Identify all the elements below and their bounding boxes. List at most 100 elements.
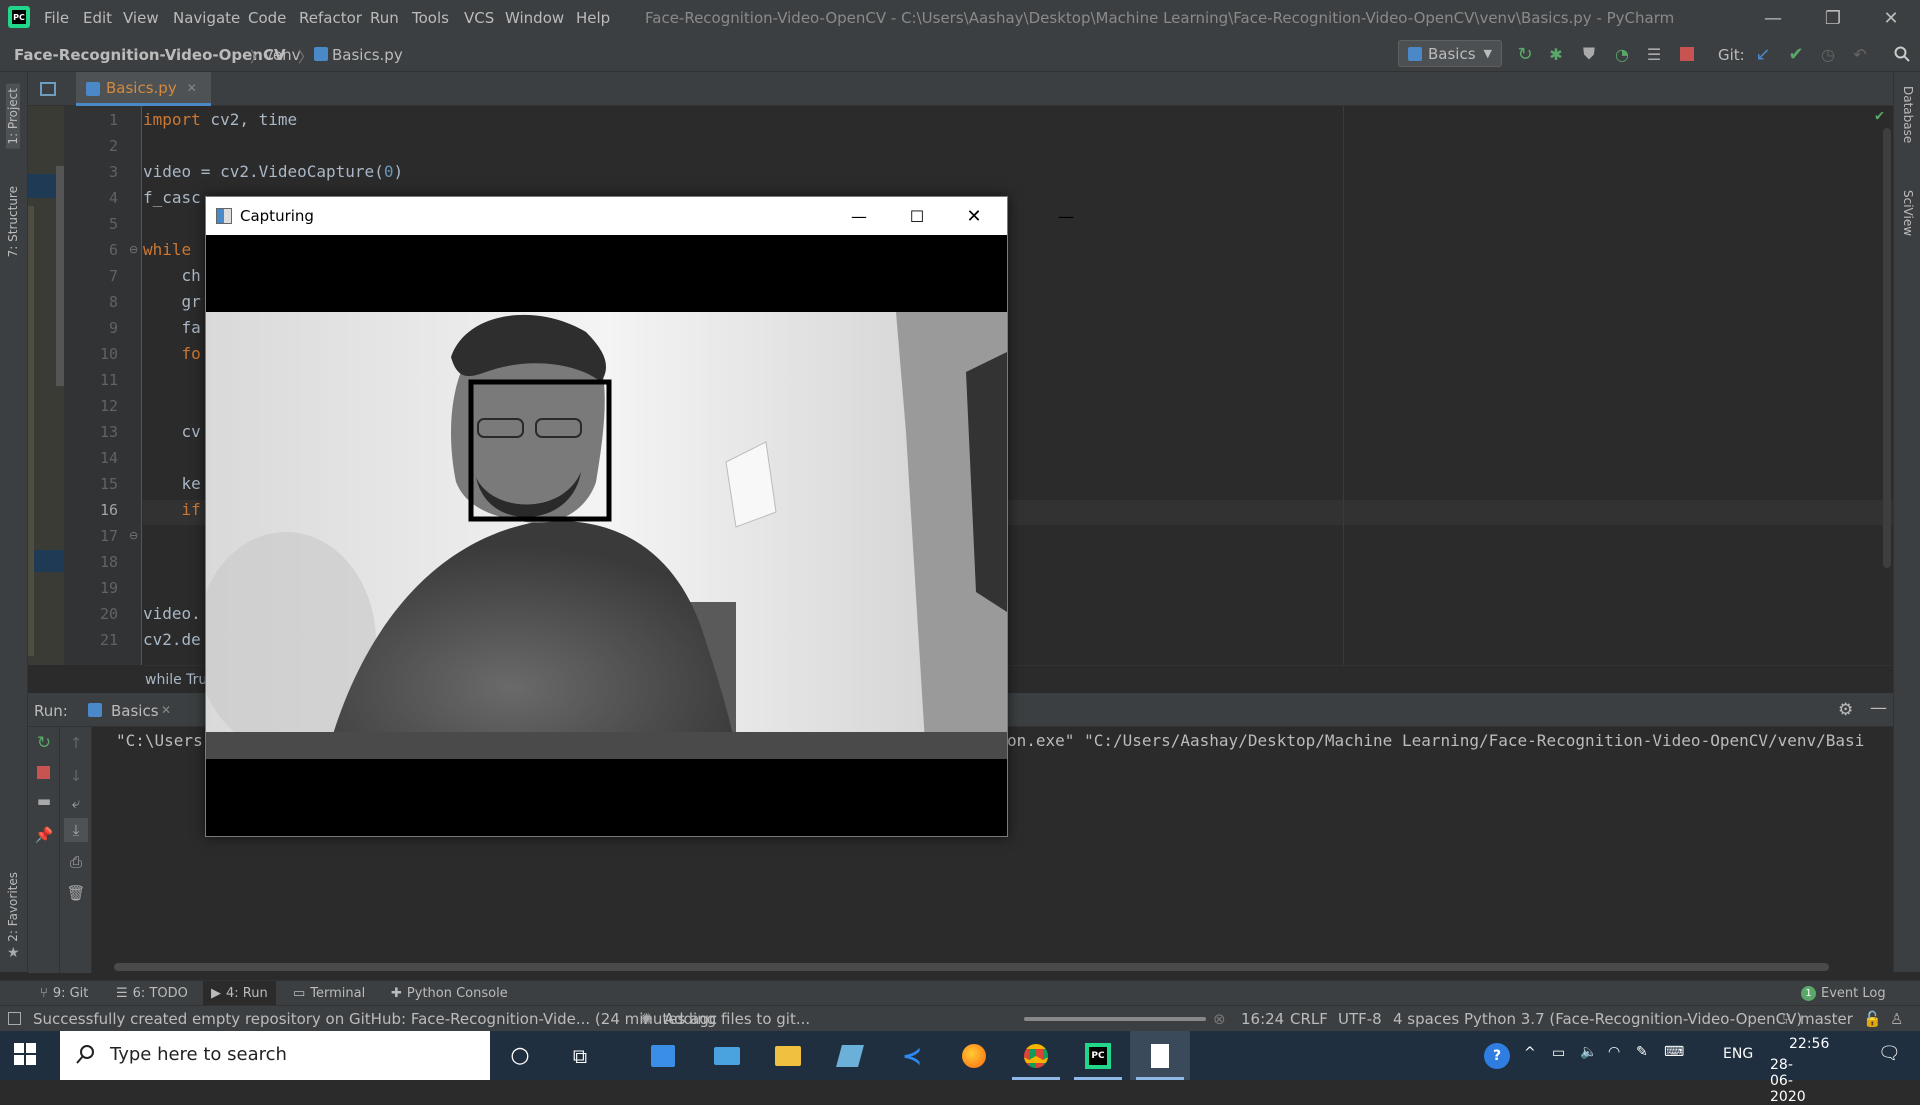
status-message[interactable]: Successfully created empty repository on… [33,1010,717,1028]
vscode-icon[interactable]: ≺ [882,1031,942,1080]
search-everywhere-icon[interactable] [1892,44,1912,64]
task-view-icon[interactable]: ⧉ [550,1031,610,1080]
database-tool-tab[interactable]: Database [1901,86,1915,143]
close-run-tab-icon[interactable]: ✕ [161,703,171,717]
menu-run[interactable]: Run [370,9,399,27]
menu-refactor[interactable]: Refactor [299,9,362,27]
tab-git[interactable]: ⑂ 9: Git [32,981,96,1006]
tab-todo[interactable]: ☰ 6: TODO [108,981,196,1006]
tab-terminal[interactable]: ▭ Terminal [285,981,373,1006]
close-tab-icon[interactable]: ✕ [187,81,197,95]
git-rollback-icon[interactable]: ↶ [1850,44,1870,64]
menu-help[interactable]: Help [576,9,610,27]
git-history-icon[interactable]: ◷ [1818,44,1838,64]
toggle-tool-windows-icon[interactable] [8,1012,21,1025]
build-icon[interactable]: ☰ [1644,44,1664,64]
capture-title-bar[interactable]: Capturing — [206,197,1074,235]
remote-desktop-icon[interactable] [697,1031,757,1080]
capture-minimize-button[interactable]: — [1043,197,1089,235]
store-icon[interactable] [633,1031,693,1080]
chevron-up-icon[interactable]: ^ [1524,1045,1536,1061]
menu-window[interactable]: Window [505,9,564,27]
windows-start-icon[interactable] [14,1043,36,1065]
profile-icon[interactable]: ◔ [1612,44,1632,64]
git-commit-icon[interactable]: ✔ [1786,44,1806,65]
tab-run[interactable]: ▶ 4: Run [203,981,276,1006]
inspection-ok-icon[interactable]: ✔ [1875,106,1884,124]
rerun-icon[interactable]: ↻ [34,733,54,753]
capture-close-button[interactable]: ✕ [951,197,997,235]
up-arrow-icon[interactable]: ↑ [66,733,86,753]
hide-panel-icon[interactable]: — [1870,698,1887,718]
battery-icon[interactable]: ▭ [1552,1045,1565,1061]
favorites-tool-tab[interactable]: 2: Favorites [6,872,20,942]
capture-window[interactable]: Capturing — — ☐ ✕ [205,196,1074,837]
volume-icon[interactable]: 🔈 [1580,1044,1597,1060]
menu-file[interactable]: File [44,9,69,27]
project-view-icon[interactable] [40,82,56,96]
menu-tools[interactable]: Tools [412,9,449,27]
chrome-icon[interactable] [1006,1031,1066,1080]
sciview-tool-tab[interactable]: SciView [1901,190,1915,236]
firefox-icon[interactable] [944,1031,1004,1080]
caret-position[interactable]: 16:24 [1241,1010,1284,1028]
menu-code[interactable]: Code [248,9,286,27]
notepad-icon[interactable] [1130,1031,1190,1080]
run-tab-basics[interactable]: Basics [111,702,159,720]
clock-time[interactable]: 22:56 [1789,1036,1829,1052]
capture-maximize-button[interactable]: ☐ [894,197,940,235]
coverage-icon[interactable]: ⛊ [1579,44,1599,64]
code-breadcrumb[interactable]: while Tru [145,672,207,688]
tab-python-console[interactable]: ✚ Python Console [383,981,516,1006]
menu-edit[interactable]: Edit [83,9,112,27]
file-encoding[interactable]: UTF-8 [1338,1010,1382,1028]
pycharm-icon[interactable]: PC [1068,1031,1128,1080]
settings-gear-icon[interactable]: ⚙ [1838,700,1853,720]
python-interpreter[interactable]: Python 3.7 (Face-Recognition-Video-OpenC… [1464,1010,1802,1028]
horizontal-scrollbar[interactable] [114,963,1829,971]
debug-icon[interactable]: ✱ [1546,44,1566,64]
cortana-icon[interactable]: ○ [490,1031,550,1080]
git-update-icon[interactable]: ↙ [1753,44,1773,65]
close-button[interactable]: ✕ [1866,0,1916,36]
breadcrumb-project[interactable]: Face-Recognition-Video-OpenCV [14,46,286,64]
structure-tool-tab[interactable]: 7: Structure [6,186,20,257]
project-tool-tab[interactable]: 1: Project [6,84,20,149]
line-separator[interactable]: CRLF [1290,1010,1328,1028]
minimize-button[interactable]: — [1748,0,1798,36]
notifications-icon[interactable]: 🗨 [1878,1043,1901,1064]
help-icon[interactable]: ? [1484,1043,1510,1069]
soft-wrap-icon[interactable]: ⤶ [66,793,86,813]
tab-basics-py[interactable]: Basics.py ✕ [76,72,211,106]
fold-icon[interactable]: ⊖ [129,243,138,256]
editor-scrollbar[interactable] [1883,128,1891,568]
menu-vcs[interactable]: VCS [464,9,494,27]
stop-icon[interactable] [37,766,50,779]
rerun-icon[interactable]: ↻ [1515,44,1535,65]
tab-event-log[interactable]: 1 Event Log [1793,981,1894,1006]
restore-button[interactable]: ❐ [1808,0,1858,36]
trash-icon[interactable]: 🗑 [66,883,86,903]
layout-icon[interactable]: ▬ [34,791,54,811]
indent-setting[interactable]: 4 spaces [1393,1010,1459,1028]
menu-view[interactable]: View [123,9,159,27]
run-configuration-select[interactable]: Basics ▼ [1398,40,1502,67]
keyboard-icon[interactable]: ⌨ [1664,1044,1684,1060]
wifi-icon[interactable]: ◠ [1608,1044,1620,1060]
print-icon[interactable]: ⎙ [66,852,86,872]
fold-icon[interactable]: ⊖ [129,529,138,542]
pin-icon[interactable]: 📌 [34,825,54,845]
file-explorer-icon[interactable] [758,1031,818,1080]
breadcrumb-folder[interactable]: venv [264,46,301,64]
inspector-icon[interactable]: ♙ [1890,1010,1903,1028]
menu-navigate[interactable]: Navigate [173,9,240,27]
lock-icon[interactable]: 🔓 [1863,1010,1882,1028]
stop-icon[interactable] [1680,47,1694,61]
app-icon[interactable] [820,1031,880,1080]
clock-date[interactable]: 28-06-2020 [1770,1057,1806,1105]
scroll-to-end-icon[interactable]: ⤓ [64,818,88,842]
capture-minimize-button[interactable]: — [836,197,882,235]
language-indicator[interactable]: ENG [1723,1046,1753,1062]
git-branch[interactable]: master [1800,1010,1853,1028]
pen-icon[interactable]: ✎ [1636,1044,1648,1060]
